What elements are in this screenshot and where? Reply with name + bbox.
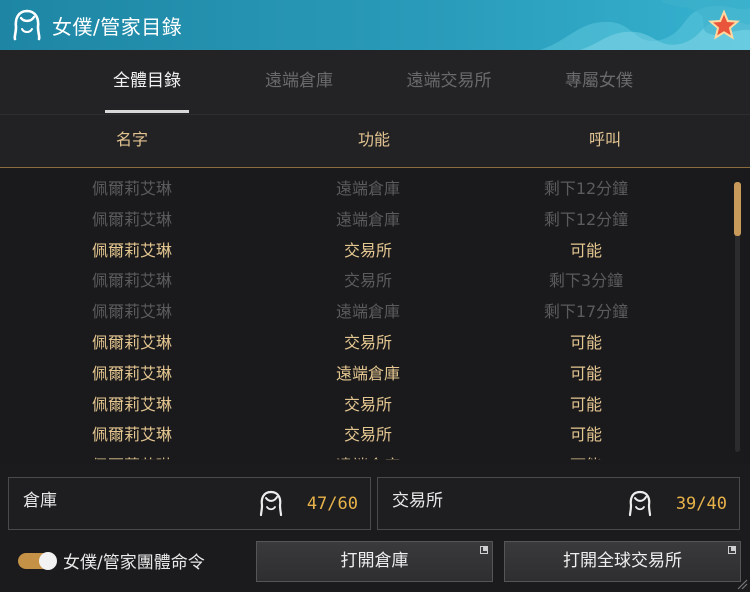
call-status: 可能 bbox=[569, 363, 602, 383]
call-status: 可能 bbox=[506, 450, 666, 459]
open-warehouse-button[interactable]: 打開倉庫 bbox=[256, 541, 493, 582]
maid-name: 佩爾莉艾琳 bbox=[91, 425, 172, 445]
market-capacity-panel: 交易所 39/40 bbox=[377, 477, 740, 530]
warehouse-count: 47/60 bbox=[306, 494, 358, 514]
toggle-knob bbox=[39, 552, 57, 570]
group-command-toggle[interactable] bbox=[18, 552, 57, 570]
maid-list: 佩爾莉艾琳 遠端倉庫 剩下12分鐘 佩爾莉艾琳 遠端倉庫 剩下12分鐘 佩爾莉艾琳 交易所 可能… bbox=[0, 168, 750, 464]
maid-function: 遠端倉庫 bbox=[335, 209, 400, 229]
call-status: 可能 bbox=[569, 425, 602, 445]
popout-icon bbox=[480, 546, 488, 554]
tab-remote-market[interactable]: 遠端交易所 bbox=[374, 50, 524, 114]
maid-function: 遠端倉庫 bbox=[335, 363, 400, 383]
maid-function: 交易所 bbox=[343, 271, 392, 291]
column-header-call: 呼叫 bbox=[588, 130, 621, 149]
popout-icon bbox=[728, 546, 736, 554]
warehouse-label: 倉庫 bbox=[23, 491, 57, 511]
table-row[interactable]: 佩爾莉艾琳 遠端倉庫 剩下12分鐘 bbox=[0, 173, 722, 204]
tab-bar: 全體目錄 遠端倉庫 遠端交易所 專屬女僕 bbox=[0, 50, 750, 114]
call-status: 可能 bbox=[569, 240, 602, 260]
star-icon[interactable] bbox=[708, 9, 740, 41]
table-row[interactable]: 佩爾莉艾琳 遠端倉庫 剩下12分鐘 bbox=[0, 204, 722, 235]
maid-name: 佩爾莉艾琳 bbox=[91, 271, 172, 291]
maid-name: 佩爾莉艾琳 bbox=[91, 209, 172, 229]
table-row[interactable]: 佩爾莉艾琳 交易所 可能 bbox=[0, 419, 722, 450]
table-row[interactable]: 佩爾莉艾琳 遠端倉庫 可能 bbox=[0, 450, 722, 459]
maid-name: 佩爾莉艾琳 bbox=[91, 333, 172, 352]
table-header: 名字 功能 呼叫 bbox=[0, 114, 750, 168]
call-status: 可能 bbox=[569, 394, 602, 414]
maid-name: 佩爾莉艾琳 bbox=[91, 363, 172, 383]
maid-function: 交易所 bbox=[343, 240, 392, 260]
market-label: 交易所 bbox=[392, 491, 443, 511]
tab-remote-warehouse[interactable]: 遠端倉庫 bbox=[224, 50, 374, 114]
scrollbar-thumb[interactable] bbox=[734, 182, 741, 236]
market-count: 39/40 bbox=[675, 494, 727, 514]
title-bar: 女僕/管家目錄 bbox=[0, 0, 750, 50]
maid-name: 佩爾莉艾琳 bbox=[91, 240, 172, 260]
table-row[interactable]: 佩爾莉艾琳 交易所 剩下3分鐘 bbox=[0, 265, 722, 296]
maid-head-icon bbox=[259, 490, 283, 517]
warehouse-capacity-panel: 倉庫 47/60 bbox=[8, 477, 371, 530]
maid-name: 佩爾莉艾琳 bbox=[91, 302, 172, 322]
table-row[interactable]: 佩爾莉艾琳 交易所 可能 bbox=[0, 235, 722, 266]
maid-function: 交易所 bbox=[343, 394, 392, 414]
maid-name: 佩爾莉艾琳 bbox=[52, 450, 212, 459]
maid-function: 遠端倉庫 bbox=[335, 302, 400, 322]
resize-grip-icon[interactable] bbox=[736, 578, 748, 590]
open-warehouse-label: 打開倉庫 bbox=[340, 551, 409, 571]
call-status: 剩下12分鐘 bbox=[543, 209, 629, 229]
call-status: 剩下3分鐘 bbox=[548, 271, 624, 291]
open-global-market-label: 打開全球交易所 bbox=[563, 551, 682, 571]
table-row[interactable]: 佩爾莉艾琳 遠端倉庫 可能 bbox=[0, 358, 722, 389]
tab-all-catalog[interactable]: 全體目錄 bbox=[72, 50, 222, 114]
maid-function: 遠端倉庫 bbox=[288, 450, 448, 459]
window-title: 女僕/管家目錄 bbox=[52, 15, 183, 39]
maid-head-icon bbox=[13, 9, 41, 41]
active-tab-indicator bbox=[105, 110, 189, 113]
maid-function: 交易所 bbox=[343, 425, 392, 445]
call-status: 剩下12分鐘 bbox=[543, 179, 629, 198]
maid-function: 遠端倉庫 bbox=[335, 179, 400, 198]
maid-name: 佩爾莉艾琳 bbox=[91, 179, 172, 198]
tab-exclusive-maid[interactable]: 專屬女僕 bbox=[524, 50, 674, 114]
call-status: 剩下17分鐘 bbox=[543, 302, 629, 322]
maid-head-icon bbox=[628, 490, 652, 517]
call-status: 可能 bbox=[569, 333, 602, 352]
table-row[interactable]: 佩爾莉艾琳 交易所 可能 bbox=[0, 327, 722, 358]
open-global-market-button[interactable]: 打開全球交易所 bbox=[504, 541, 741, 582]
table-row[interactable]: 佩爾莉艾琳 遠端倉庫 剩下17分鐘 bbox=[0, 296, 722, 327]
column-header-name: 名字 bbox=[115, 130, 148, 149]
maid-name: 佩爾莉艾琳 bbox=[91, 394, 172, 414]
column-header-function: 功能 bbox=[357, 130, 390, 149]
maid-function: 交易所 bbox=[343, 333, 392, 352]
table-row[interactable]: 佩爾莉艾琳 交易所 可能 bbox=[0, 389, 722, 420]
group-command-label: 女僕/管家團體命令 bbox=[63, 553, 205, 573]
